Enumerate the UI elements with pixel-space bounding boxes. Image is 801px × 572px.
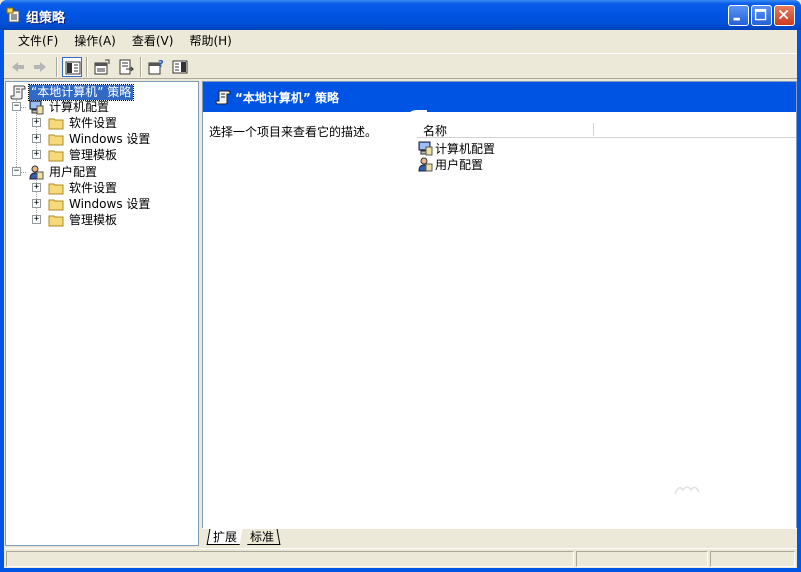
folder-icon bbox=[48, 118, 64, 130]
watermark-icon bbox=[674, 486, 700, 495]
forward-button[interactable] bbox=[30, 57, 50, 77]
tree-item-computer-config[interactable]: 计算机配置 bbox=[28, 99, 111, 115]
folder-icon bbox=[48, 134, 64, 146]
window-title: 组策略 bbox=[26, 11, 66, 26]
tab-extended[interactable]: 扩展 bbox=[206, 529, 243, 545]
expander-user-windows-settings[interactable]: + bbox=[32, 199, 41, 208]
tree-label-user-windows-settings: Windows 设置 bbox=[69, 196, 151, 211]
column-header-name[interactable]: 名称 bbox=[423, 122, 447, 139]
computer-config-icon bbox=[29, 100, 44, 115]
forward-arrow-icon bbox=[34, 62, 46, 72]
tab-standard-label: 标准 bbox=[250, 530, 275, 544]
expander-admin-templates[interactable]: + bbox=[32, 150, 41, 159]
list-item-label: 计算机配置 bbox=[435, 141, 496, 156]
expander-user-software-settings[interactable]: + bbox=[32, 183, 41, 192]
properties-icon bbox=[94, 59, 110, 75]
minimize-icon bbox=[733, 17, 740, 21]
toolbar: ? bbox=[4, 53, 797, 79]
tree-label-user-software-settings: 软件设置 bbox=[69, 180, 118, 195]
tree-label-software-settings: 软件设置 bbox=[69, 115, 118, 130]
client-area: 文件(F) 操作(A) 查看(V) 帮助(H) ? “本地计算机” 策略 − 计… bbox=[4, 30, 797, 568]
back-arrow-icon bbox=[12, 62, 24, 72]
tree-item-user-software-settings[interactable]: 软件设置 bbox=[48, 180, 119, 196]
tree-item-software-settings[interactable]: 软件设置 bbox=[48, 115, 119, 131]
maximize-icon bbox=[754, 8, 767, 21]
tree-pane[interactable]: “本地计算机” 策略 − 计算机配置 + 软件设置 + Windows 设置 +… bbox=[5, 81, 199, 546]
expander-windows-settings[interactable]: + bbox=[32, 134, 41, 143]
list-item[interactable]: 计算机配置 bbox=[417, 140, 495, 156]
back-button[interactable] bbox=[8, 57, 28, 77]
view-tabs: 扩展 标准 bbox=[202, 528, 797, 546]
content-header: “本地计算机” 策略 bbox=[203, 82, 796, 112]
maximize-button[interactable] bbox=[751, 5, 772, 26]
status-panel-secondary bbox=[576, 551, 708, 567]
menu-help[interactable]: 帮助(H) bbox=[181, 31, 239, 51]
show-hide-action-pane-icon bbox=[172, 60, 188, 74]
user-config-icon bbox=[29, 165, 44, 180]
menu-file[interactable]: 文件(F) bbox=[10, 31, 66, 51]
policy-scroll-icon bbox=[215, 90, 231, 105]
content-header-title: “本地计算机” 策略 bbox=[235, 91, 339, 105]
list-item-label: 用户配置 bbox=[435, 157, 484, 172]
expander-computer-config[interactable]: − bbox=[12, 102, 21, 111]
close-button[interactable] bbox=[774, 5, 795, 26]
tree-label-windows-settings: Windows 设置 bbox=[69, 131, 151, 146]
show-hide-tree-button[interactable] bbox=[62, 57, 82, 77]
tree-item-user-config[interactable]: 用户配置 bbox=[28, 164, 99, 180]
help-button[interactable]: ? bbox=[146, 57, 166, 77]
export-list-icon bbox=[119, 59, 135, 75]
status-panel-main bbox=[6, 551, 574, 567]
folder-icon bbox=[48, 183, 64, 195]
tab-standard[interactable]: 标准 bbox=[244, 529, 281, 545]
content-pane: “本地计算机” 策略 选择一个项目来查看它的描述。 名称 计算机配置 用户配置 bbox=[202, 81, 797, 546]
status-bar bbox=[4, 548, 797, 568]
title-bar[interactable]: 组策略 bbox=[0, 0, 801, 30]
user-config-icon bbox=[418, 157, 433, 172]
close-icon bbox=[778, 9, 789, 20]
tree-label-admin-templates: 管理模板 bbox=[69, 147, 118, 162]
folder-icon bbox=[48, 199, 64, 211]
tree-label-user-admin-templates: 管理模板 bbox=[69, 212, 118, 227]
tree-label-user-config: 用户配置 bbox=[49, 164, 98, 179]
properties-button[interactable] bbox=[92, 57, 112, 77]
folder-icon bbox=[48, 150, 64, 162]
tree-item-user-windows-settings[interactable]: Windows 设置 bbox=[48, 196, 152, 212]
policy-scroll-icon bbox=[10, 85, 26, 100]
status-panel-tertiary bbox=[710, 551, 795, 567]
tree-label-computer-config: 计算机配置 bbox=[49, 99, 110, 114]
menu-bar: 文件(F) 操作(A) 查看(V) 帮助(H) bbox=[4, 30, 797, 52]
show-hide-action-pane-button[interactable] bbox=[170, 57, 190, 77]
expander-software-settings[interactable]: + bbox=[32, 118, 41, 127]
expander-user-admin-templates[interactable]: + bbox=[32, 215, 41, 224]
expander-user-config[interactable]: − bbox=[12, 167, 21, 176]
toolbar-separator bbox=[140, 57, 142, 77]
menu-view[interactable]: 查看(V) bbox=[124, 31, 182, 51]
column-separator[interactable] bbox=[593, 123, 595, 136]
group-policy-window: 组策略 文件(F) 操作(A) 查看(V) 帮助(H) ? “本地计算机” 策略… bbox=[0, 0, 801, 572]
toolbar-separator bbox=[56, 57, 58, 77]
menu-action[interactable]: 操作(A) bbox=[66, 31, 124, 51]
export-list-button[interactable] bbox=[116, 57, 136, 77]
computer-config-icon bbox=[418, 141, 433, 156]
tree-item-admin-templates[interactable]: 管理模板 bbox=[48, 147, 119, 163]
list-item[interactable]: 用户配置 bbox=[417, 156, 483, 172]
show-hide-tree-icon bbox=[65, 61, 81, 75]
minimize-button[interactable] bbox=[728, 5, 749, 26]
toolbar-separator bbox=[86, 57, 88, 77]
folder-icon bbox=[48, 215, 64, 227]
tree-item-root[interactable]: “本地计算机” 策略 bbox=[10, 83, 135, 101]
tab-extended-label: 扩展 bbox=[213, 530, 238, 544]
description-text: 选择一个项目来查看它的描述。 bbox=[209, 125, 378, 139]
list-header: 名称 bbox=[417, 120, 796, 139]
group-policy-icon bbox=[6, 7, 20, 23]
tree-label-root: “本地计算机” 策略 bbox=[27, 83, 135, 101]
help-icon: ? bbox=[148, 59, 164, 75]
tree-item-windows-settings[interactable]: Windows 设置 bbox=[48, 131, 152, 147]
svg-text:?: ? bbox=[158, 59, 164, 70]
tree-item-user-admin-templates[interactable]: 管理模板 bbox=[48, 212, 119, 228]
